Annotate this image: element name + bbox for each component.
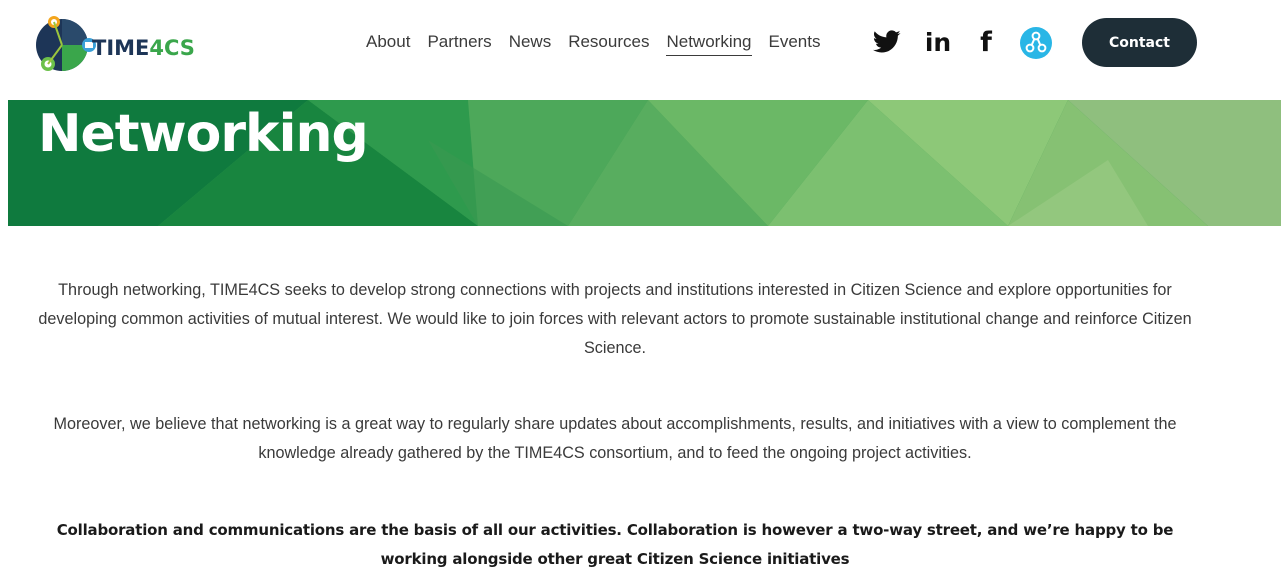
nav-partners[interactable]: Partners — [427, 30, 491, 56]
nav-events[interactable]: Events — [769, 30, 821, 56]
main-nav: About Partners News Resources Networking… — [366, 30, 838, 56]
linkedin-icon[interactable]: in — [922, 26, 954, 58]
site-header: TIME4CS About Partners News Resources Ne… — [0, 0, 1281, 100]
facebook-icon[interactable]: f — [972, 26, 1000, 58]
twitter-icon[interactable] — [871, 26, 903, 58]
logo-text-4cs: 4CS — [149, 36, 195, 60]
logo-text-time: TIME — [92, 36, 150, 60]
page-title: Networking — [38, 104, 369, 164]
collaboration-paragraph: Collaboration and communications are the… — [56, 521, 1174, 568]
intro-paragraph: Through networking, TIME4CS seeks to dev… — [38, 281, 1192, 357]
nav-news[interactable]: News — [509, 30, 552, 56]
networking-paragraph: Moreover, we believe that networking is … — [53, 415, 1177, 462]
page-banner: Networking — [8, 100, 1281, 226]
nav-networking[interactable]: Networking — [666, 30, 752, 56]
time4cs-logo[interactable]: TIME4CS — [34, 14, 214, 76]
nav-about[interactable]: About — [366, 30, 410, 56]
logo-text: TIME4CS — [92, 36, 195, 60]
nav-resources[interactable]: Resources — [568, 30, 649, 56]
contact-button[interactable]: Contact — [1082, 18, 1197, 67]
network-icon[interactable] — [1020, 27, 1052, 59]
